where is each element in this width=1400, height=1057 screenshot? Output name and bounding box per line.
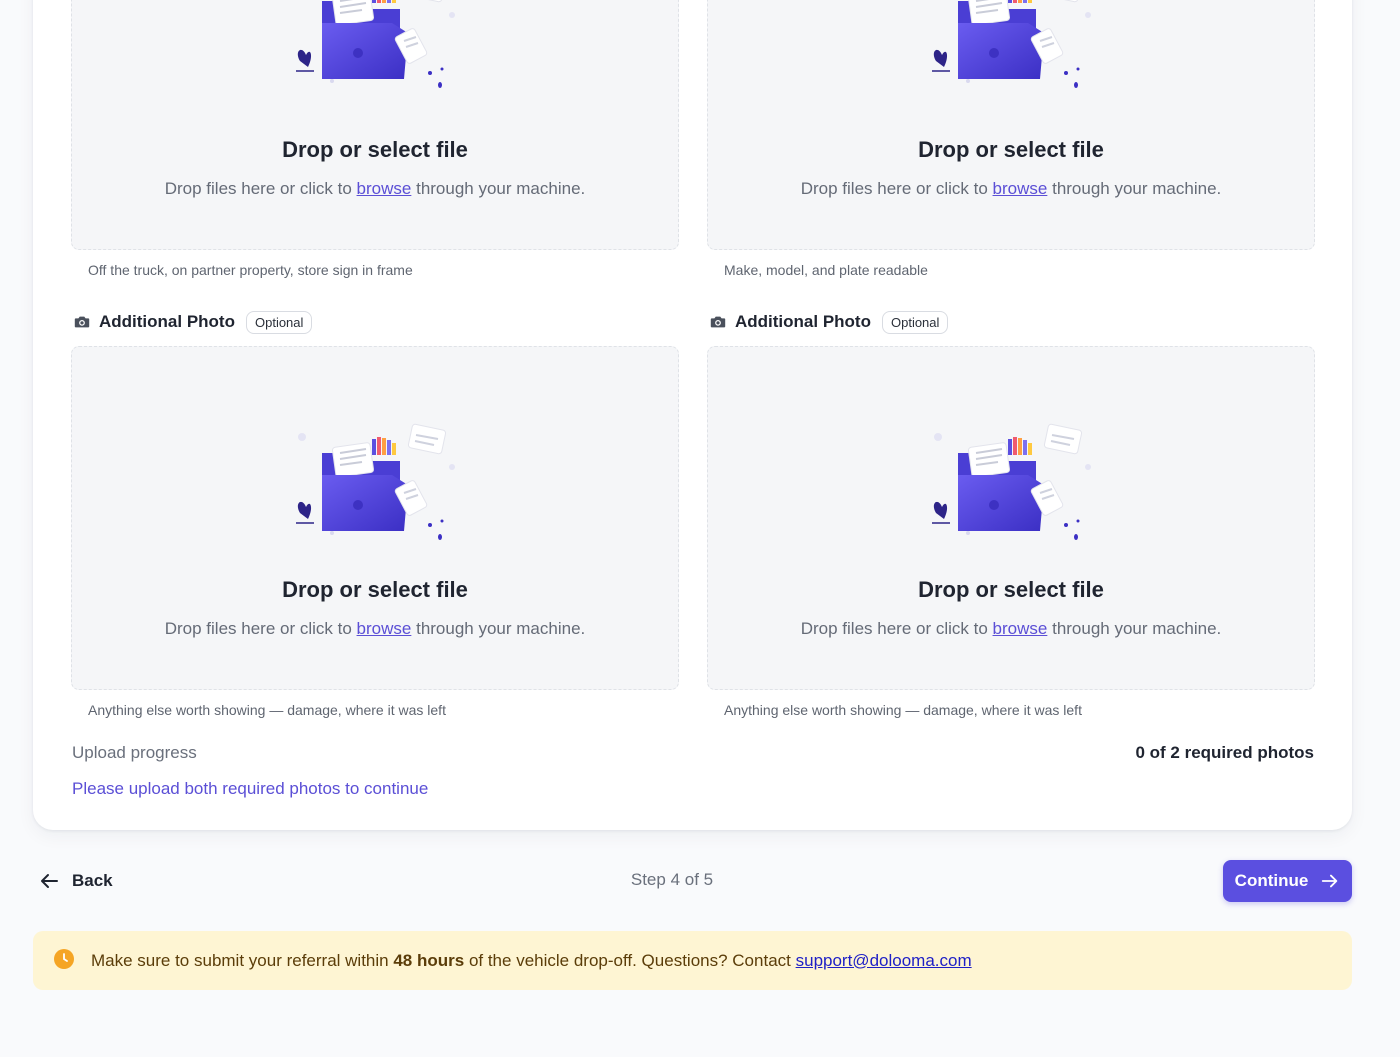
optional-badge: Optional — [245, 310, 313, 334]
dropzone-sub-before: Drop files here or click to — [800, 619, 988, 638]
dropzone-additional-2[interactable]: Drop or select file Drop files here or c… — [707, 346, 1315, 690]
camera-icon — [710, 316, 726, 328]
dropzone-subtitle: Drop files here or click to browse throu… — [708, 619, 1314, 639]
photo-hint: Make, model, and plate readable — [724, 262, 928, 278]
dropzone-sub-after: through your machine. — [1052, 179, 1222, 198]
folder-illustration-icon — [295, 0, 456, 89]
step-indicator: Step 4 of 5 — [630, 870, 714, 889]
dropzone-subtitle: Drop files here or click to browse throu… — [72, 619, 678, 639]
clock-icon — [54, 948, 74, 969]
dropzone-sub-after: through your machine. — [1052, 619, 1222, 638]
photo-hint: Anything else worth showing — damage, wh… — [88, 702, 446, 718]
dropzone-sub-after: through your machine. — [416, 179, 586, 198]
dropzone-subtitle: Drop files here or click to browse throu… — [708, 179, 1314, 199]
dropzone-sub-after: through your machine. — [416, 619, 586, 638]
continue-label: Continue — [1234, 871, 1309, 890]
dropzone-sub-before: Drop files here or click to — [800, 179, 988, 198]
required-photos-count: 0 of 2 required photos — [1135, 743, 1314, 762]
folder-illustration-icon — [931, 423, 1092, 541]
dropzone-required-2[interactable]: Drop or select file Drop files here or c… — [707, 0, 1315, 250]
additional-photo-label: Additional Photo Optional — [73, 309, 313, 335]
continue-button[interactable]: Continue — [1223, 860, 1352, 902]
notice-text: Make sure to submit your referral within… — [91, 951, 972, 971]
browse-link[interactable]: browse — [357, 179, 412, 198]
support-email-link[interactable]: support@dolooma.com — [796, 951, 972, 970]
dropzone-sub-before: Drop files here or click to — [164, 179, 352, 198]
additional-photo-label: Additional Photo Optional — [709, 309, 949, 335]
dropzone-title: Drop or select file — [918, 137, 1104, 162]
notice-before: Make sure to submit your referral within — [91, 950, 389, 970]
browse-link[interactable]: browse — [357, 619, 412, 638]
dropzone-title: Drop or select file — [918, 577, 1104, 602]
dropzone-additional-1[interactable]: Drop or select file Drop files here or c… — [71, 346, 679, 690]
optional-badge: Optional — [881, 310, 949, 334]
upload-progress-label: Upload progress — [72, 743, 197, 762]
folder-illustration-icon — [295, 423, 456, 541]
dropzone-title: Drop or select file — [282, 137, 468, 162]
dropzone-title: Drop or select file — [282, 577, 468, 602]
photo-hint: Anything else worth showing — damage, wh… — [724, 702, 1082, 718]
notice-after: of the vehicle drop-off. Questions? Cont… — [468, 950, 791, 970]
dropzone-required-1[interactable]: Drop or select file Drop files here or c… — [71, 0, 679, 250]
camera-icon — [74, 316, 90, 328]
arrow-right-icon — [1322, 874, 1338, 888]
upload-card: Drop or select file Drop files here or c… — [33, 0, 1352, 830]
folder-illustration-icon — [931, 0, 1092, 89]
deadline-notice: Make sure to submit your referral within… — [33, 931, 1352, 990]
browse-link[interactable]: browse — [993, 619, 1048, 638]
dropzone-sub-before: Drop files here or click to — [164, 619, 352, 638]
browse-link[interactable]: browse — [993, 179, 1048, 198]
upload-progress-message: Please upload both required photos to co… — [72, 779, 429, 798]
dropzone-subtitle: Drop files here or click to browse throu… — [72, 179, 678, 199]
photo-hint: Off the truck, on partner property, stor… — [88, 262, 413, 278]
notice-deadline: 48 hours — [393, 950, 465, 970]
photo-label-text: Additional Photo — [735, 312, 871, 331]
photo-label-text: Additional Photo — [99, 312, 235, 331]
